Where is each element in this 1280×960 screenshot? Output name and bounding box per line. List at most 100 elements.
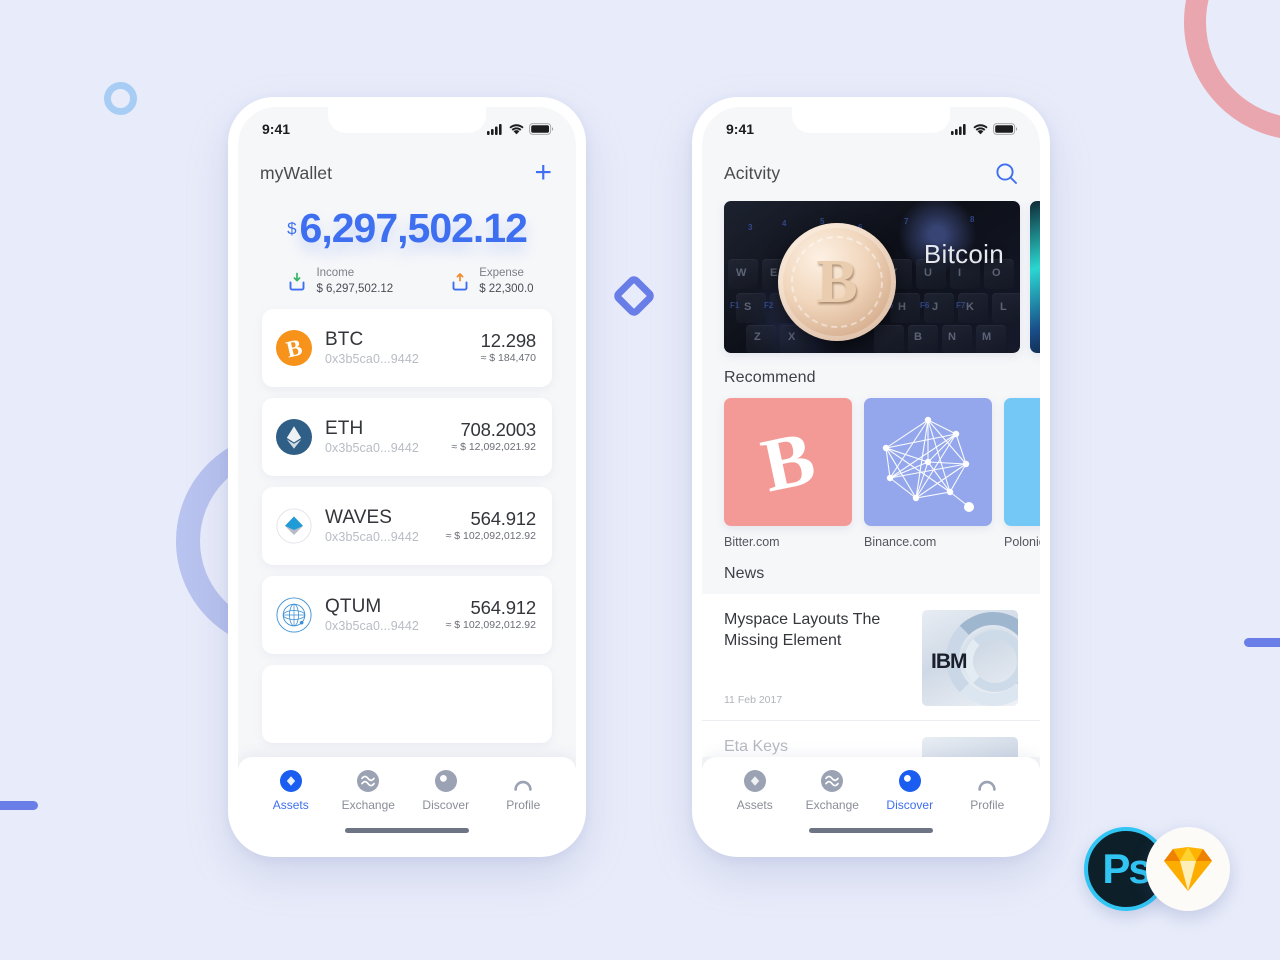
- asset-values: 708.2003 ≈ $ 12,092,021.92: [451, 419, 536, 456]
- tab-assets[interactable]: Assets: [252, 770, 330, 812]
- recommend-tile-bitter[interactable]: B: [724, 398, 852, 526]
- recommend-label: Bitter.com: [724, 535, 780, 549]
- news-date: 11 Feb 2017: [724, 694, 783, 706]
- asset-symbol: QTUM: [325, 595, 382, 617]
- photoshop-label: Ps: [1102, 845, 1151, 892]
- phone-mockup-wallet: 9:41 myWallet + $ 6,297,502.12 Income $ …: [228, 97, 586, 857]
- news-headline: Myspace Layouts The Missing Element: [724, 611, 881, 649]
- asset-identity: BTC 0x3b5ca0...9442: [325, 329, 481, 368]
- asset-identity: QTUM 0x3b5ca0...9442: [325, 596, 446, 635]
- waves-icon: [276, 508, 312, 544]
- tab-list: Assets Exchange Discover Profile: [238, 757, 576, 812]
- decorative-background: [0, 0, 1280, 960]
- tab-label: Discover: [886, 798, 934, 812]
- news-thumbnail: [922, 737, 1018, 757]
- blue-pill-bar-right-decoration: [1244, 638, 1280, 647]
- news-text: Eta Keys: [724, 737, 908, 757]
- list-item[interactable]: Poloniex: [1004, 398, 1040, 549]
- home-indicator[interactable]: [809, 828, 933, 833]
- news-headline: Eta Keys: [724, 738, 789, 755]
- table-row[interactable]: B BTC 0x3b5ca0...9442 12.298 ≈ $ 184,470: [262, 309, 552, 388]
- tab-list: Assets Exchange Discover Profile: [702, 757, 1040, 812]
- banner-caption: Bitcoin: [923, 239, 1004, 269]
- status-time: 9:41: [262, 121, 291, 137]
- diamond-icon: [279, 770, 302, 792]
- asset-quantity: 12.298: [480, 329, 537, 351]
- page-title: myWallet: [260, 162, 333, 183]
- expense-text: Expense $ 22,300.0: [479, 266, 533, 297]
- bitcoin-glyph-icon: B: [754, 415, 822, 509]
- upload-tray-icon: [452, 272, 468, 291]
- status-bar: 9:41: [702, 107, 1040, 145]
- balance-currency-symbol: $: [287, 219, 297, 238]
- list-item[interactable]: B Bitter.com: [724, 398, 852, 549]
- wifi-icon: [973, 123, 988, 134]
- page-title: Acitvity: [724, 162, 781, 183]
- tab-label: Profile: [506, 798, 541, 812]
- phone-mockup-discover: 9:41 Acitvity W E S Z X U I O H J K L B …: [692, 97, 1050, 857]
- tab-assets[interactable]: Assets: [716, 770, 794, 812]
- recommend-tile-poloniex[interactable]: [1004, 398, 1040, 526]
- recommend-tile-binance[interactable]: [864, 398, 992, 526]
- asset-fiat-value: ≈ $ 102,092,012.92: [445, 529, 536, 542]
- asset-address: 0x3b5ca0...9442: [325, 440, 419, 455]
- tab-label: Discover: [422, 798, 470, 812]
- status-indicators: [487, 123, 554, 135]
- asset-values: 564.912 ≈ $ 102,092,012.92: [445, 508, 537, 545]
- list-item[interactable]: Binance.com: [864, 398, 992, 549]
- tab-exchange[interactable]: Exchange: [330, 770, 408, 812]
- asset-symbol: WAVES: [325, 506, 393, 528]
- tab-profile[interactable]: Profile: [949, 770, 1027, 812]
- exchange-icon: [357, 770, 380, 792]
- tab-discover[interactable]: Discover: [407, 770, 485, 812]
- tab-profile[interactable]: Profile: [485, 770, 563, 812]
- table-row[interactable]: QTUM 0x3b5ca0...9442 564.912 ≈ $ 102,092…: [262, 576, 552, 655]
- pink-circle-outline-decoration: [1184, 0, 1280, 140]
- battery-icon: [993, 123, 1018, 135]
- list-item[interactable]: Myspace Layouts The Missing Element 11 F…: [702, 594, 1040, 720]
- asset-fiat-value: ≈ $ 184,470: [480, 351, 536, 364]
- person-icon: [514, 780, 532, 791]
- table-row[interactable]: ETH 0x3b5ca0...9442 708.2003 ≈ $ 12,092,…: [262, 398, 552, 477]
- asset-quantity: 564.912: [470, 596, 537, 618]
- news-list[interactable]: Myspace Layouts The Missing Element 11 F…: [702, 594, 1040, 757]
- asset-list[interactable]: B BTC 0x3b5ca0...9442 12.298 ≈ $ 184,470: [238, 297, 576, 757]
- banner-card-next[interactable]: [1030, 201, 1040, 353]
- add-wallet-button[interactable]: +: [532, 158, 554, 188]
- balance-row: $ 6,297,502.12: [238, 205, 576, 251]
- tab-discover[interactable]: Discover: [871, 770, 949, 812]
- list-item[interactable]: Eta Keys: [702, 720, 1040, 757]
- wallet-header: myWallet +: [238, 145, 576, 201]
- sketch-diamond-shape: [1164, 847, 1212, 891]
- download-tray-icon: [289, 272, 305, 291]
- income-text: Income $ 6,297,502.12: [316, 266, 393, 297]
- bitcoin-coin-photo: B: [778, 223, 896, 341]
- blue-pill-bar-left-decoration: [0, 801, 38, 810]
- table-row-partial[interactable]: [262, 665, 552, 744]
- status-time: 9:41: [726, 121, 755, 137]
- wifi-icon: [509, 123, 524, 134]
- discover-content[interactable]: W E S Z X Y U I O H J K L B N: [702, 201, 1040, 757]
- balance-amount: 6,297,502.12: [299, 205, 528, 251]
- banner-carousel[interactable]: W E S Z X Y U I O H J K L B N: [702, 201, 1040, 353]
- asset-values: 12.298 ≈ $ 184,470: [480, 329, 537, 367]
- home-indicator[interactable]: [345, 828, 469, 833]
- table-row[interactable]: WAVES 0x3b5ca0...9442 564.912 ≈ $ 102,09…: [262, 487, 552, 566]
- asset-address: 0x3b5ca0...9442: [325, 618, 419, 633]
- tab-exchange[interactable]: Exchange: [794, 770, 872, 812]
- tab-label: Assets: [272, 798, 309, 812]
- bitcoin-coin-glyph: B: [791, 236, 883, 328]
- recommend-label: Binance.com: [864, 535, 937, 549]
- compass-icon: [898, 770, 921, 792]
- bitcoin-icon: B: [276, 330, 312, 367]
- person-icon: [978, 780, 996, 791]
- balance-block: $ 6,297,502.12 Income $ 6,297,502.12 Exp…: [238, 201, 576, 297]
- asset-address: 0x3b5ca0...9442: [325, 351, 419, 366]
- recommend-carousel[interactable]: B Bitter.com Binance.com Poloni: [702, 398, 1040, 549]
- bottom-tab-bar: Assets Exchange Discover Profile: [702, 757, 1040, 847]
- search-icon[interactable]: [995, 162, 1018, 185]
- income-summary[interactable]: Income $ 6,297,502.12: [286, 266, 393, 297]
- wallet-screen: 9:41 myWallet + $ 6,297,502.12 Income $ …: [238, 107, 576, 847]
- expense-summary[interactable]: Expense $ 22,300.0: [449, 266, 534, 297]
- banner-card-bitcoin[interactable]: W E S Z X Y U I O H J K L B N: [724, 201, 1020, 353]
